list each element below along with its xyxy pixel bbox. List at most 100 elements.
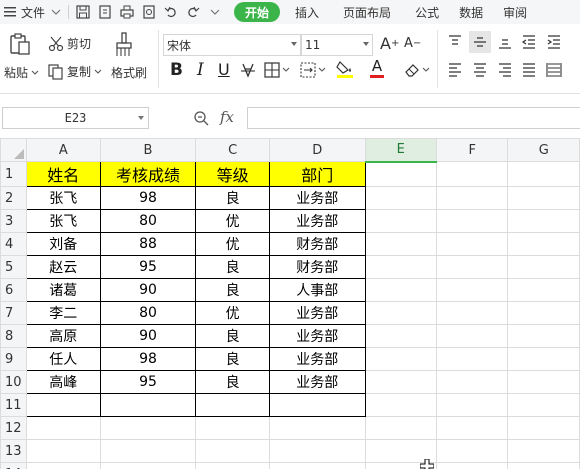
row-header[interactable]: 4: [0, 232, 27, 256]
column-header-c[interactable]: C: [195, 138, 270, 162]
quick-access-chevron-icon[interactable]: [207, 4, 223, 20]
cell[interactable]: [268, 439, 366, 463]
tab-review[interactable]: 审阅: [494, 2, 536, 22]
redo-icon[interactable]: [185, 4, 201, 20]
justify-button[interactable]: [521, 62, 537, 78]
cell[interactable]: [364, 416, 438, 440]
underline-button[interactable]: U: [218, 60, 230, 79]
header-cell-name[interactable]: 姓名: [25, 161, 101, 187]
cell[interactable]: 良: [195, 278, 270, 302]
align-center-button[interactable]: [472, 62, 488, 78]
cell[interactable]: [435, 278, 509, 302]
cell[interactable]: 良: [195, 255, 270, 279]
borders-button[interactable]: [264, 62, 290, 78]
cell[interactable]: [364, 209, 438, 233]
align-top-button[interactable]: [447, 34, 463, 50]
align-middle-button[interactable]: [469, 31, 491, 53]
cell[interactable]: [435, 439, 509, 463]
cell[interactable]: [25, 416, 101, 440]
cell[interactable]: 优: [195, 232, 270, 256]
cell[interactable]: [507, 232, 580, 256]
cell[interactable]: 张飞: [25, 209, 101, 233]
cell[interactable]: [435, 347, 509, 371]
row-header[interactable]: 1: [0, 161, 27, 187]
cell[interactable]: [99, 462, 197, 469]
distributed-align-button[interactable]: [546, 62, 562, 78]
cell[interactable]: 90: [99, 278, 197, 302]
print-preview-icon[interactable]: [141, 4, 157, 20]
cell[interactable]: [364, 255, 438, 279]
cell[interactable]: [195, 393, 270, 417]
increase-indent-button[interactable]: [546, 34, 562, 50]
cell[interactable]: 诸葛: [25, 278, 101, 302]
cell[interactable]: 业务部: [268, 209, 366, 233]
column-header-e[interactable]: E: [364, 138, 438, 163]
cell[interactable]: 80: [99, 209, 197, 233]
fx-label[interactable]: fx: [220, 108, 234, 126]
cell[interactable]: 刘备: [25, 232, 101, 256]
cell[interactable]: [435, 255, 509, 279]
paste-button[interactable]: [4, 32, 32, 56]
cell[interactable]: [364, 278, 438, 302]
tab-page-layout[interactable]: 页面布局: [334, 2, 400, 22]
cell[interactable]: [364, 324, 438, 348]
column-header-a[interactable]: A: [25, 138, 101, 162]
cell[interactable]: 赵云: [25, 255, 101, 279]
bold-button[interactable]: B: [170, 60, 183, 80]
copy-button[interactable]: 复制: [48, 63, 102, 80]
cell[interactable]: [435, 324, 509, 348]
cell[interactable]: [507, 301, 580, 325]
cell[interactable]: [268, 393, 366, 417]
format-painter-button[interactable]: [112, 32, 136, 58]
row-header[interactable]: 5: [0, 255, 27, 279]
align-left-button[interactable]: [447, 62, 463, 78]
align-right-button[interactable]: [497, 62, 513, 78]
row-header[interactable]: 13: [0, 439, 27, 463]
column-header-g[interactable]: G: [507, 138, 580, 162]
row-header[interactable]: 12: [0, 416, 27, 440]
cell[interactable]: [507, 347, 580, 371]
cell[interactable]: 业务部: [268, 370, 366, 394]
column-header-f[interactable]: F: [435, 138, 509, 162]
cell[interactable]: [364, 232, 438, 256]
formula-input[interactable]: [247, 107, 580, 129]
tab-insert[interactable]: 插入: [286, 2, 328, 22]
row-header[interactable]: 7: [0, 301, 27, 325]
cell[interactable]: [99, 439, 197, 463]
row-header[interactable]: 11: [0, 393, 27, 417]
cell[interactable]: [195, 462, 270, 469]
cell[interactable]: [435, 186, 509, 210]
cell[interactable]: 业务部: [268, 186, 366, 210]
cell[interactable]: 98: [99, 186, 197, 210]
cell[interactable]: [195, 439, 270, 463]
row-header[interactable]: 8: [0, 324, 27, 348]
cell[interactable]: [268, 416, 366, 440]
cell[interactable]: 人事部: [268, 278, 366, 302]
cell[interactable]: 95: [99, 255, 197, 279]
tab-home[interactable]: 开始: [234, 2, 281, 22]
paste-label-button[interactable]: 粘贴: [4, 64, 39, 81]
header-cell-department[interactable]: 部门: [268, 161, 366, 187]
column-header-d[interactable]: D: [268, 138, 366, 162]
cell[interactable]: 优: [195, 301, 270, 325]
cell[interactable]: [364, 393, 438, 417]
font-name-select[interactable]: 宋体: [163, 34, 301, 56]
cell[interactable]: [507, 324, 580, 348]
cell[interactable]: 90: [99, 324, 197, 348]
cell[interactable]: [507, 209, 580, 233]
cell[interactable]: [507, 255, 580, 279]
italic-button[interactable]: I: [197, 60, 204, 80]
cell[interactable]: 李二: [25, 301, 101, 325]
cell[interactable]: [435, 161, 509, 187]
row-header[interactable]: 6: [0, 278, 27, 302]
cell[interactable]: [435, 462, 509, 469]
cell[interactable]: 98: [99, 347, 197, 371]
cell[interactable]: 88: [99, 232, 197, 256]
column-header-b[interactable]: B: [99, 138, 197, 162]
cell[interactable]: 业务部: [268, 347, 366, 371]
cell[interactable]: 95: [99, 370, 197, 394]
cell[interactable]: [25, 439, 101, 463]
undo-icon[interactable]: [163, 4, 179, 20]
cell[interactable]: [435, 209, 509, 233]
cell[interactable]: [99, 416, 197, 440]
